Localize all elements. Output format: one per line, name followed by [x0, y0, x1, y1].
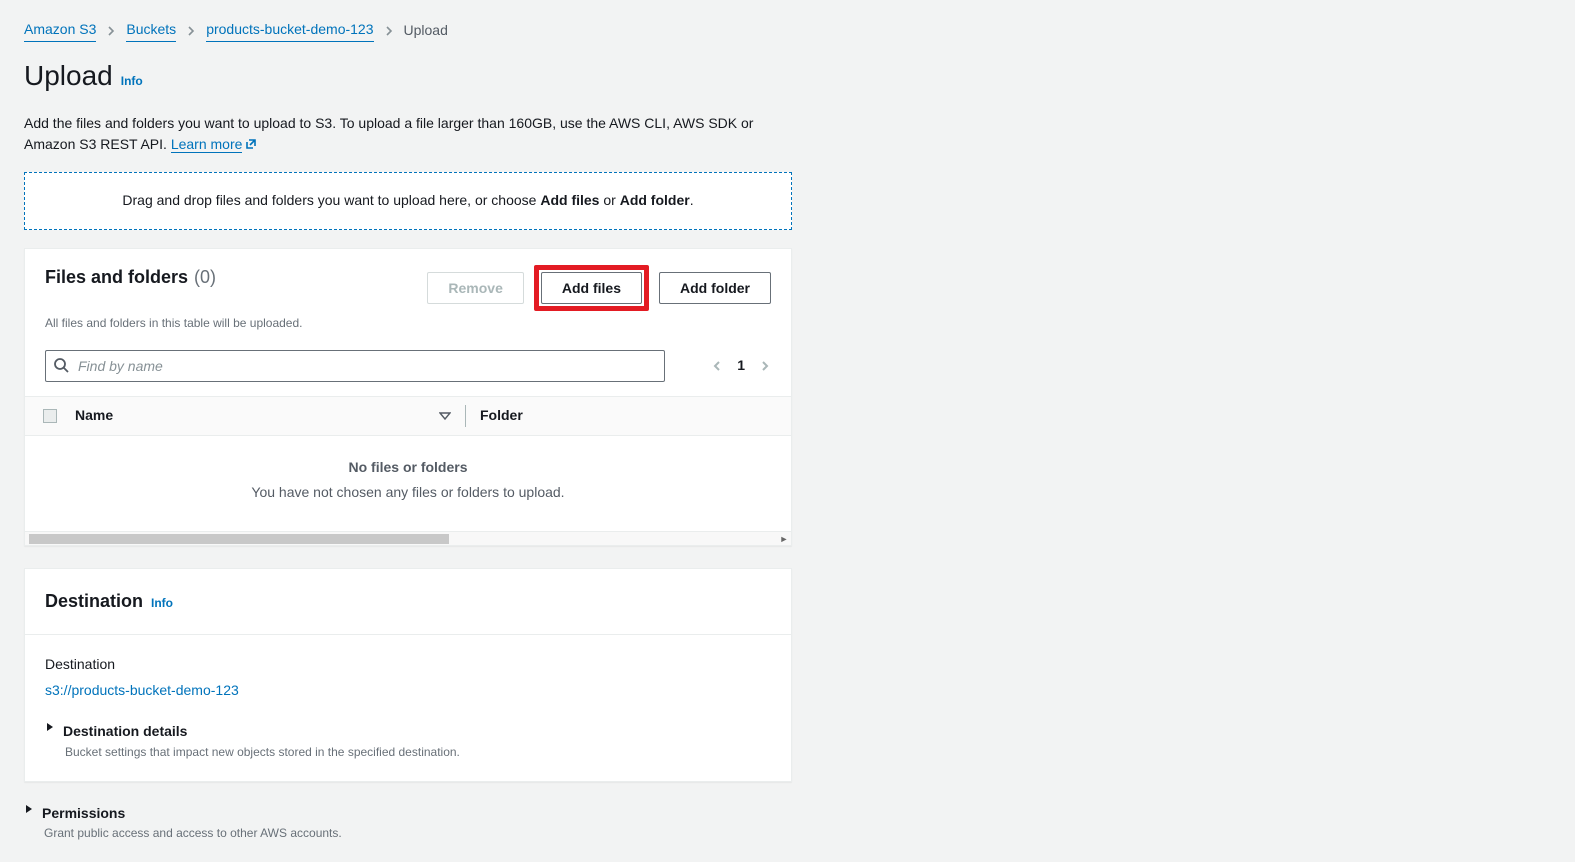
- breadcrumb-buckets[interactable]: Buckets: [126, 20, 176, 42]
- scroll-right-icon[interactable]: ►: [777, 532, 791, 546]
- dropzone-add-files: Add files: [540, 192, 599, 208]
- table-header: Name Folder: [25, 396, 791, 436]
- files-title-text: Files and folders: [45, 265, 188, 290]
- pagination: 1: [711, 356, 771, 376]
- destination-panel: Destination Info Destination s3://produc…: [24, 568, 792, 782]
- search-input-wrap: [45, 350, 665, 382]
- permissions-desc: Grant public access and access to other …: [44, 825, 792, 842]
- dropzone[interactable]: Drag and drop files and folders you want…: [24, 172, 792, 230]
- sort-icon[interactable]: [439, 411, 451, 421]
- page-number: 1: [737, 356, 745, 376]
- destination-title: Destination: [45, 589, 143, 614]
- permissions-title: Permissions: [42, 804, 125, 824]
- files-count: (0): [194, 265, 216, 290]
- horizontal-scrollbar[interactable]: ◄ ►: [25, 531, 791, 545]
- caret-right-icon: [24, 804, 34, 814]
- add-folder-button[interactable]: Add folder: [659, 272, 771, 304]
- breadcrumb-bucket[interactable]: products-bucket-demo-123: [206, 20, 373, 42]
- destination-info-link[interactable]: Info: [151, 595, 173, 612]
- dropzone-or: or: [599, 192, 619, 208]
- column-divider: [465, 405, 466, 427]
- files-panel-subtitle: All files and folders in this table will…: [25, 315, 791, 344]
- search-input[interactable]: [45, 350, 665, 382]
- destination-details-title: Destination details: [63, 722, 187, 742]
- dropzone-add-folder: Add folder: [620, 192, 690, 208]
- learn-more-link[interactable]: Learn more: [171, 136, 243, 153]
- chevron-right-icon: [106, 26, 116, 36]
- page-title: Upload: [24, 56, 113, 95]
- files-panel: Files and folders (0) Remove Add files A…: [24, 248, 792, 546]
- breadcrumb-current: Upload: [404, 21, 448, 41]
- remove-button[interactable]: Remove: [427, 272, 523, 304]
- chevron-right-icon: [384, 26, 394, 36]
- dropzone-suffix: .: [690, 192, 694, 208]
- info-link[interactable]: Info: [121, 73, 143, 90]
- caret-right-icon: [45, 722, 55, 732]
- destination-details-desc: Bucket settings that impact new objects …: [65, 744, 771, 761]
- permissions-expander[interactable]: Permissions: [24, 804, 792, 824]
- empty-title: No files or folders: [25, 458, 791, 478]
- empty-subtitle: You have not chosen any files or folders…: [25, 483, 791, 503]
- breadcrumb-s3[interactable]: Amazon S3: [24, 20, 96, 42]
- column-folder[interactable]: Folder: [480, 406, 791, 426]
- select-all-checkbox[interactable]: [25, 409, 75, 423]
- destination-link[interactable]: s3://products-bucket-demo-123: [45, 682, 239, 698]
- highlight-annotation: Add files: [534, 265, 649, 311]
- chevron-right-icon: [186, 26, 196, 36]
- external-link-icon: [245, 138, 257, 150]
- files-panel-title: Files and folders (0): [45, 265, 216, 290]
- destination-label: Destination: [45, 655, 771, 675]
- intro-body: Add the files and folders you want to up…: [24, 115, 753, 153]
- scrollbar-thumb[interactable]: [29, 534, 449, 544]
- add-files-button[interactable]: Add files: [541, 272, 642, 304]
- next-page-icon[interactable]: [759, 360, 771, 372]
- intro-text: Add the files and folders you want to up…: [24, 113, 794, 156]
- destination-details-expander[interactable]: Destination details: [45, 722, 771, 742]
- breadcrumb: Amazon S3 Buckets products-bucket-demo-1…: [24, 20, 1551, 42]
- prev-page-icon[interactable]: [711, 360, 723, 372]
- search-icon: [53, 357, 69, 373]
- column-name[interactable]: Name: [75, 406, 113, 426]
- dropzone-text: Drag and drop files and folders you want…: [122, 192, 540, 208]
- empty-state: No files or folders You have not chosen …: [25, 436, 791, 531]
